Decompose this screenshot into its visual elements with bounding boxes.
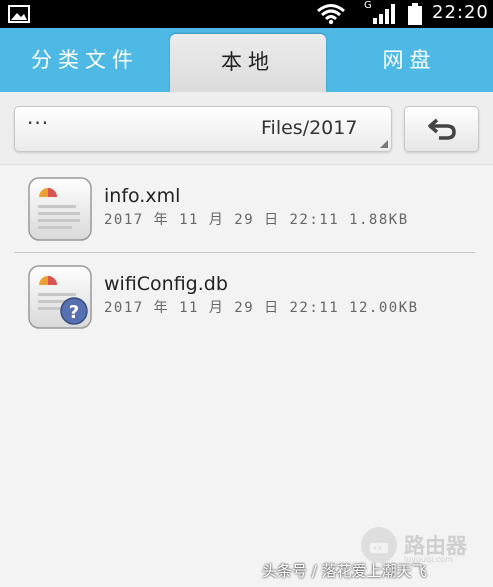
file-list: info.xml 2017 年 11 月 29 日 22:11 1.88KB ?… (0, 165, 493, 341)
current-path: Files/2017 (261, 117, 358, 139)
list-item[interactable]: info.xml 2017 年 11 月 29 日 22:11 1.88KB (0, 165, 493, 253)
tab-bar: 分类文件 本地 网盘 (0, 28, 493, 92)
back-arrow-icon (428, 118, 456, 140)
list-item[interactable]: ? wifiConfig.db 2017 年 11 月 29 日 22:11 1… (0, 253, 493, 341)
tab-cloud-drive[interactable]: 网盘 (326, 28, 493, 92)
path-ellipsis: ··· (27, 111, 50, 135)
path-dropdown[interactable]: ··· Files/2017 (14, 106, 392, 152)
file-meta: 2017 年 11 月 29 日 22:11 12.00KB (104, 300, 419, 316)
wifi-icon (317, 4, 345, 25)
clock: 22:20 (432, 2, 489, 23)
battery-icon (408, 3, 422, 25)
tab-local[interactable]: 本地 (170, 34, 326, 92)
unknown-document-icon: ? (28, 265, 92, 329)
xml-document-icon (28, 177, 92, 241)
path-bar: ··· Files/2017 (0, 92, 493, 165)
network-type-label: G (364, 0, 372, 11)
file-name: wifiConfig.db (104, 273, 228, 295)
svg-text:?: ? (69, 302, 79, 323)
tab-categories[interactable]: 分类文件 (0, 28, 170, 92)
back-button[interactable] (404, 106, 479, 152)
image-notification-icon (8, 5, 30, 23)
signal-icon (373, 4, 395, 24)
file-name: info.xml (104, 185, 181, 207)
watermark-credit: 头条号 / 落花爱上潮天飞 (262, 562, 427, 580)
dropdown-corner-icon (380, 140, 388, 148)
status-bar: G 22:20 (0, 0, 493, 28)
file-meta: 2017 年 11 月 29 日 22:11 1.88KB (104, 212, 409, 228)
